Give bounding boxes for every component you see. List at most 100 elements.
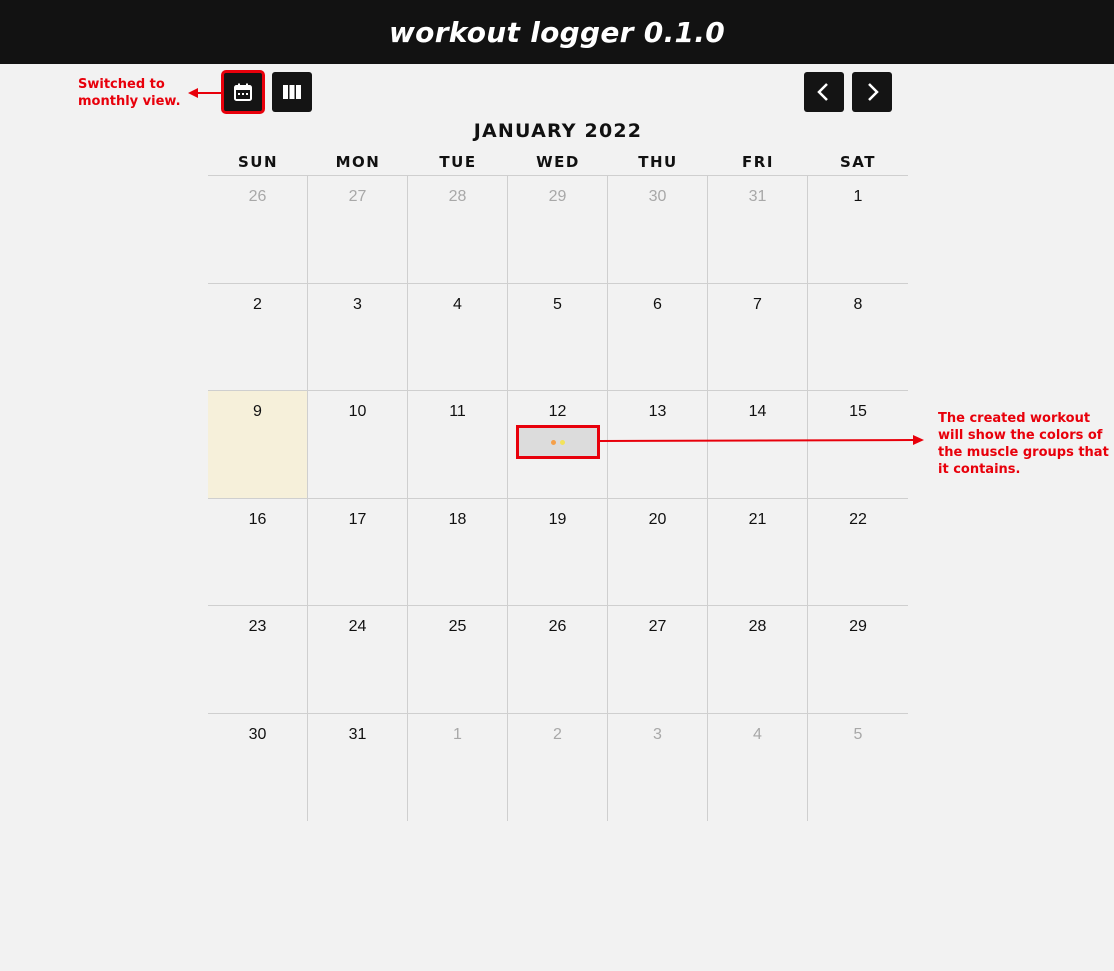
previous-month-button[interactable] — [804, 72, 844, 112]
day-cell[interactable]: 30 — [608, 176, 708, 284]
arrow-head-workout — [913, 435, 924, 445]
day-cell[interactable]: 29 — [508, 176, 608, 284]
columns-icon — [283, 85, 301, 99]
calendar-icon — [234, 83, 252, 101]
chevron-right-icon — [868, 83, 879, 101]
weekday-label: THU — [638, 153, 678, 171]
day-number: 18 — [448, 511, 467, 528]
day-cell[interactable]: 24 — [308, 606, 408, 714]
day-number: 20 — [648, 511, 667, 528]
day-number: 13 — [648, 403, 667, 420]
day-number: 31 — [748, 188, 767, 205]
day-number: 5 — [853, 726, 863, 743]
day-cell[interactable]: 19 — [508, 499, 608, 606]
muscle-group-dot — [551, 439, 556, 445]
day-cell[interactable]: 6 — [608, 284, 708, 391]
weekday-header: SUN MON TUE WED THU FRI SAT — [208, 153, 908, 175]
day-number: 16 — [248, 511, 267, 528]
day-number: 3 — [653, 726, 662, 743]
day-number: 4 — [753, 726, 762, 743]
day-number: 26 — [548, 618, 567, 635]
day-cell[interactable]: 28 — [708, 606, 808, 714]
day-cell[interactable]: 26 — [208, 176, 308, 284]
day-cell[interactable]: 28 — [408, 176, 508, 284]
chevron-left-icon — [817, 83, 828, 101]
day-cell[interactable]: 29 — [808, 606, 908, 714]
day-cell[interactable]: 31 — [308, 714, 408, 821]
day-number: 1 — [453, 726, 462, 743]
day-cell[interactable]: 4 — [408, 284, 508, 391]
day-cell[interactable]: 26 — [508, 606, 608, 714]
day-cell[interactable]: 1 — [808, 176, 908, 284]
day-cell[interactable]: 25 — [408, 606, 508, 714]
day-cell[interactable]: 13 — [608, 391, 708, 499]
day-number: 17 — [348, 511, 367, 528]
day-cell[interactable]: 30 — [208, 714, 308, 821]
day-number: 4 — [453, 296, 462, 313]
day-number: 22 — [849, 511, 867, 528]
day-cell[interactable]: 5 — [508, 284, 608, 391]
day-cell[interactable]: 2 — [208, 284, 308, 391]
month-view-button[interactable] — [221, 70, 265, 114]
day-cell[interactable]: 9 — [208, 391, 308, 499]
day-cell[interactable]: 22 — [808, 499, 908, 606]
day-cell[interactable]: 14 — [708, 391, 808, 499]
day-number: 29 — [548, 188, 567, 205]
muscle-group-dot — [560, 439, 565, 445]
day-number: 27 — [648, 618, 667, 635]
day-number: 23 — [248, 618, 267, 635]
day-cell[interactable]: 27 — [308, 176, 408, 284]
weekday-label: FRI — [742, 153, 774, 171]
day-number: 8 — [853, 296, 863, 313]
weekday-label: WED — [536, 153, 580, 171]
day-cell[interactable]: 27 — [608, 606, 708, 714]
day-number: 15 — [849, 403, 867, 420]
day-number: 11 — [449, 403, 466, 420]
day-number: 1 — [853, 188, 863, 205]
day-number: 2 — [553, 726, 562, 743]
app-header: workout logger 0.1.0 — [0, 0, 1114, 64]
day-number: 5 — [553, 296, 562, 313]
day-cell[interactable]: 21 — [708, 499, 808, 606]
day-number: 7 — [753, 296, 762, 313]
day-number: 28 — [748, 618, 767, 635]
day-number: 24 — [348, 618, 367, 635]
day-cell[interactable]: 20 — [608, 499, 708, 606]
day-number: 26 — [248, 188, 267, 205]
month-grid: 26 27 28 29 30 31 1 2 3 4 5 6 7 8 9 10 11 12 13 14 15 16 17 18 1… — [208, 175, 908, 821]
day-number: 3 — [353, 296, 362, 313]
day-cell[interactable]: 31 — [708, 176, 808, 284]
day-number: 30 — [248, 726, 267, 743]
day-cell[interactable]: 5 — [808, 714, 908, 821]
day-cell[interactable]: 3 — [308, 284, 408, 391]
weekday-label: TUE — [439, 153, 477, 171]
day-number: 14 — [748, 403, 767, 420]
day-cell[interactable]: 4 — [708, 714, 808, 821]
day-number: 6 — [653, 296, 662, 313]
month-title: JANUARY 2022 — [473, 120, 643, 142]
day-cell[interactable]: 15 — [808, 391, 908, 499]
day-number: 31 — [348, 726, 367, 743]
annotation-monthly-view: Switched to monthly view. — [78, 77, 181, 109]
day-number: 19 — [548, 511, 567, 528]
day-cell[interactable]: 1 — [408, 714, 508, 821]
day-cell[interactable]: 2 — [508, 714, 608, 821]
day-cell[interactable]: 17 — [308, 499, 408, 606]
day-cell[interactable]: 23 — [208, 606, 308, 714]
workout-entry[interactable] — [516, 425, 600, 459]
day-cell[interactable]: 16 — [208, 499, 308, 606]
day-number: 28 — [448, 188, 467, 205]
week-view-button[interactable] — [272, 72, 312, 112]
day-number: 2 — [253, 296, 262, 313]
day-cell[interactable]: 10 — [308, 391, 408, 499]
day-cell[interactable]: 7 — [708, 284, 808, 391]
next-month-button[interactable] — [852, 72, 892, 112]
day-cell[interactable]: 18 — [408, 499, 508, 606]
weekday-label: SAT — [840, 153, 876, 171]
day-cell[interactable]: 11 — [408, 391, 508, 499]
weekday-label: SUN — [237, 153, 279, 171]
day-number: 25 — [448, 618, 467, 635]
day-cell[interactable]: 3 — [608, 714, 708, 821]
day-number: 29 — [849, 618, 867, 635]
day-cell[interactable]: 8 — [808, 284, 908, 391]
